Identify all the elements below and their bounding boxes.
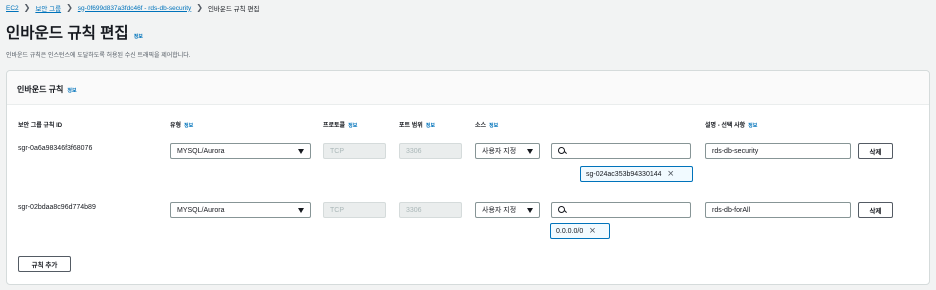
panel-title: 인바운드 규칙 정보 — [17, 84, 77, 95]
search-icon — [558, 206, 566, 214]
column-header-description-label: 설명 - 선택 사항 — [705, 123, 746, 129]
source-token-label: 0.0.0.0/0 — [556, 227, 584, 235]
add-rule-button[interactable]: 규칙 추가 — [18, 256, 71, 272]
page-description: 인바운드 규칙은 인스턴스에 도달하도록 허용된 수신 트래픽을 제어합니다. — [6, 53, 191, 59]
panel-info-link[interactable]: 정보 — [67, 87, 76, 94]
breadcrumb-ec2-link[interactable]: EC2 — [6, 5, 19, 12]
column-header-description: 설명 - 선택 사항 정보 — [705, 120, 757, 129]
source-token: 0.0.0.0/0 × — [550, 223, 610, 239]
breadcrumb-separator-icon: ❯ — [66, 3, 73, 12]
source-type-value: 사용자 지정 — [482, 148, 517, 155]
delete-button[interactable]: 삭제 — [858, 202, 893, 218]
source-token: sg-024ac353b94330144 × — [580, 166, 693, 182]
column-header-port-range-label: 포트 범위 — [399, 123, 423, 129]
search-icon — [558, 147, 566, 155]
source-token-label: sg-024ac353b94330144 — [586, 170, 662, 178]
description-input[interactable]: rds-db-forAll — [705, 202, 851, 218]
column-header-rule-id-label: 보안 그룹 규칙 ID — [18, 123, 63, 129]
column-header-port-range: 포트 범위 정보 — [399, 120, 435, 129]
column-header-protocol-label: 프로토콜 — [323, 123, 346, 129]
column-protocol-info-link[interactable]: 정보 — [348, 122, 357, 129]
source-search-input[interactable] — [551, 143, 691, 159]
breadcrumb-separator-icon: ❯ — [196, 3, 203, 12]
rule-type-select[interactable]: MYSQL/Aurora — [170, 202, 311, 218]
caret-down-icon — [298, 208, 304, 213]
close-icon[interactable]: × — [589, 226, 595, 237]
column-type-info-link[interactable]: 정보 — [184, 122, 193, 129]
rule-type-value: MYSQL/Aurora — [177, 147, 225, 155]
breadcrumb-security-groups-link[interactable]: 보안 그룹 — [35, 3, 61, 13]
port-range-field: 3306 — [399, 143, 462, 159]
breadcrumb-current: 인바운드 규칙 편집 — [207, 6, 260, 13]
source-search-input[interactable] — [551, 202, 691, 218]
close-icon[interactable]: × — [668, 169, 674, 180]
caret-down-icon — [527, 208, 533, 213]
column-header-rule-id: 보안 그룹 규칙 ID — [18, 120, 62, 129]
caret-down-icon — [527, 149, 533, 154]
column-description-info-link[interactable]: 정보 — [748, 122, 757, 129]
caret-down-icon — [298, 149, 304, 154]
protocol-field: TCP — [323, 143, 386, 159]
port-range-field: 3306 — [399, 202, 462, 218]
column-port-info-link[interactable]: 정보 — [426, 122, 435, 129]
column-source-info-link[interactable]: 정보 — [489, 122, 498, 129]
column-header-source: 소스 정보 — [475, 120, 498, 129]
breadcrumb-separator-icon: ❯ — [23, 3, 31, 12]
delete-button[interactable]: 삭제 — [858, 143, 893, 159]
source-type-value: 사용자 지정 — [482, 207, 517, 214]
rule-id: sgr-02bdaa8c96d774b89 — [18, 204, 96, 211]
breadcrumb-security-group-link[interactable]: sg-0f699d837a3fdc46f - rds-db-security — [78, 5, 191, 12]
inbound-rules-panel: 인바운드 규칙 정보 보안 그룹 규칙 ID 유형 정보 프로토콜 정보 포트 … — [6, 70, 930, 285]
description-input[interactable]: rds-db-security — [705, 143, 851, 159]
source-type-select[interactable]: 사용자 지정 — [475, 202, 540, 218]
rule-type-value: MYSQL/Aurora — [177, 206, 225, 214]
panel-header: 인바운드 규칙 정보 — [7, 71, 929, 105]
protocol-field: TCP — [323, 202, 386, 218]
source-type-select[interactable]: 사용자 지정 — [475, 143, 540, 159]
rule-id: sgr-0a6a98346f3f68076 — [18, 145, 93, 152]
rule-type-select[interactable]: MYSQL/Aurora — [170, 143, 311, 159]
column-header-source-label: 소스 — [475, 123, 487, 129]
page-title: 인바운드 규칙 편집 — [6, 25, 129, 42]
page-header: 인바운드 규칙 편집 정보 — [6, 21, 143, 43]
column-header-type: 유형 정보 — [170, 120, 193, 129]
page-info-link[interactable]: 정보 — [134, 33, 143, 40]
column-header-protocol: 프로토콜 정보 — [323, 120, 357, 129]
column-header-type-label: 유형 — [170, 123, 182, 129]
breadcrumb: EC2 ❯ 보안 그룹 ❯ sg-0f699d837a3fdc46f - rds… — [6, 3, 260, 14]
panel-title-text: 인바운드 규칙 — [17, 85, 64, 94]
